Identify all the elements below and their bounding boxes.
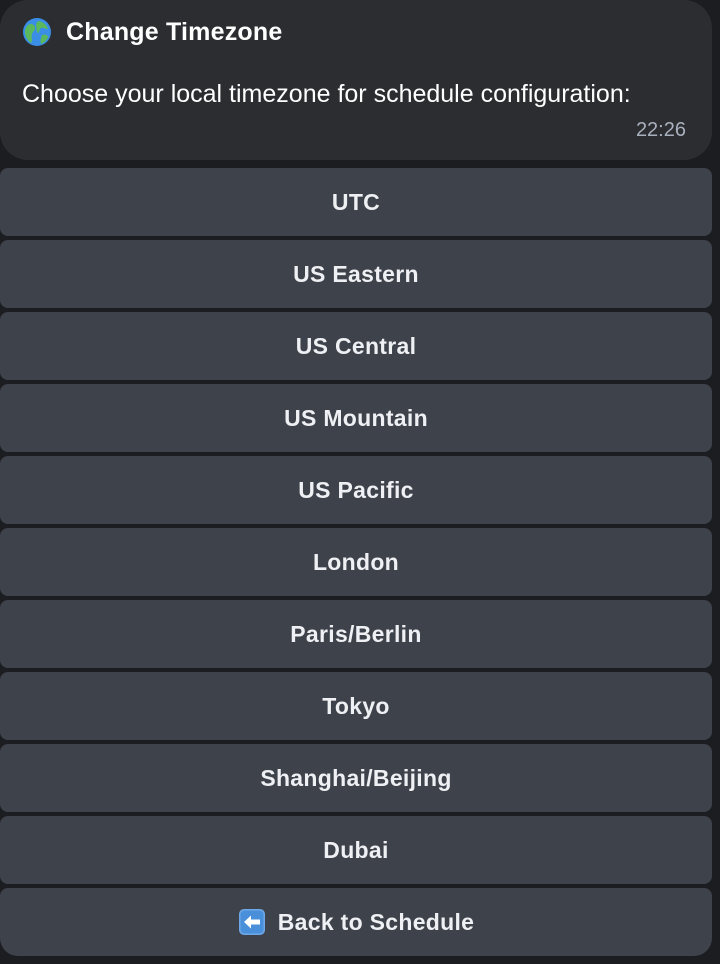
button-label: Shanghai/Beijing: [260, 764, 452, 791]
bot-message: Change Timezone Choose your local timezo…: [0, 0, 712, 160]
button-label: US Eastern: [293, 260, 419, 287]
button-label: London: [312, 548, 400, 575]
back-arrow-icon: [238, 909, 265, 935]
timezone-button-dubai[interactable]: Dubai: [0, 816, 712, 884]
timezone-button-shanghai-beijing[interactable]: Shanghai/Beijing: [0, 744, 712, 812]
timezone-button-tokyo[interactable]: Tokyo: [0, 672, 712, 740]
button-label: Dubai: [323, 836, 389, 863]
message-title: Change Timezone: [66, 17, 283, 46]
timezone-keyboard: UTC US Eastern US Central US Mountain US…: [0, 168, 712, 960]
message-header: Change Timezone: [22, 14, 282, 50]
timezone-button-us-mountain[interactable]: US Mountain: [0, 384, 712, 452]
button-label: US Pacific: [298, 476, 414, 503]
button-label: US Central: [295, 332, 417, 359]
timezone-button-us-central[interactable]: US Central: [0, 312, 712, 380]
back-to-schedule-button[interactable]: Back to Schedule: [0, 888, 712, 956]
timezone-button-us-eastern[interactable]: US Eastern: [0, 240, 712, 308]
message-body: Choose your local timezone for schedule …: [22, 80, 631, 108]
button-label: US Mountain: [284, 404, 428, 431]
timezone-button-us-pacific[interactable]: US Pacific: [0, 456, 712, 524]
button-label: Tokyo: [322, 692, 390, 719]
message-timestamp: 22:26: [635, 119, 686, 141]
button-label: Back to Schedule: [277, 908, 475, 935]
timezone-button-paris-berlin[interactable]: Paris/Berlin: [0, 600, 712, 668]
timezone-button-utc[interactable]: UTC: [0, 168, 712, 236]
button-label: UTC: [331, 188, 381, 215]
timezone-button-london[interactable]: London: [0, 528, 712, 596]
button-label: Paris/Berlin: [290, 620, 422, 647]
globe-icon: [23, 18, 51, 46]
